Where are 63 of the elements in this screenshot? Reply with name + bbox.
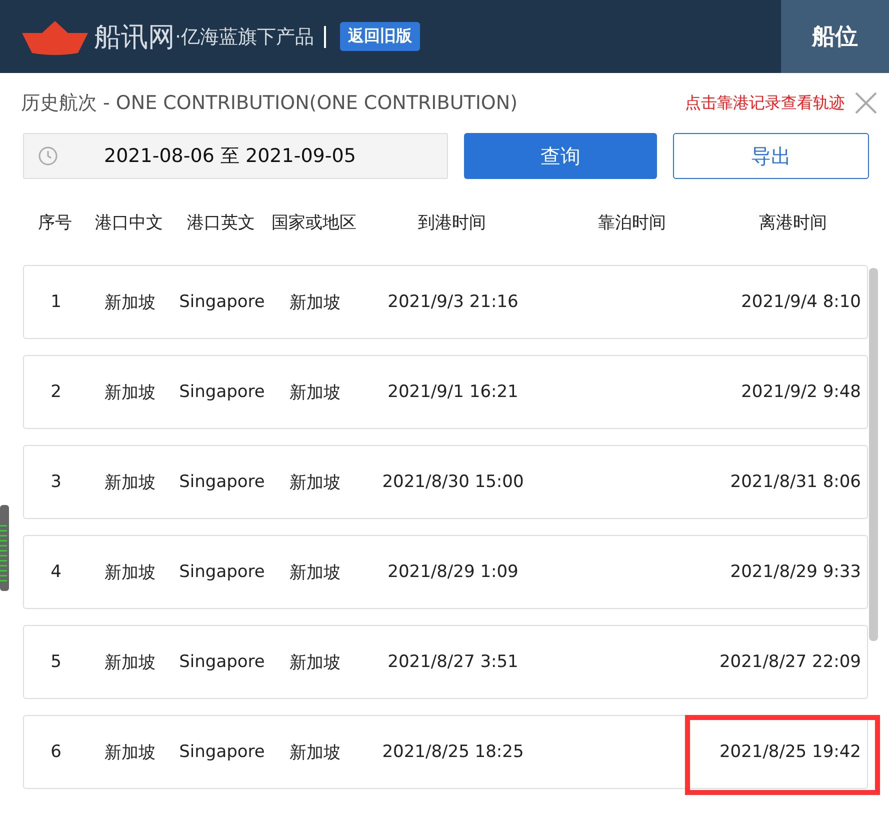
date-range-field[interactable]: 2021-08-06 至 2021-09-05	[23, 133, 448, 179]
table-cell-text: 2021/8/27 22:09	[718, 652, 862, 672]
side-handle-icon[interactable]	[0, 505, 9, 591]
table-cell-text: 新加坡	[288, 382, 342, 404]
table-cell-text: Singapore	[178, 562, 266, 582]
table-cell-text: 新加坡	[104, 652, 156, 674]
old-version-button[interactable]: 返回旧版	[340, 22, 420, 51]
export-button[interactable]: 导出	[672, 133, 869, 179]
clock-icon	[38, 146, 58, 166]
table-cell-text: 新加坡	[104, 472, 156, 494]
table-cell-text: 1	[50, 292, 62, 312]
voyage-row[interactable]: 3 新加坡 Singapore 新加坡 2021/8/30 15:00 2021/8/31 8:06	[23, 445, 868, 519]
voyage-row[interactable]: 6 新加坡 Singapore 新加坡 2021/8/25 18:25 2021/8/25 19:42	[23, 715, 868, 789]
table-cell-text: 新加坡	[288, 652, 342, 674]
table-cell-text: 新加坡	[104, 742, 156, 764]
table-cell-text: 新加坡	[288, 472, 342, 494]
table-cell-text: 3	[50, 472, 62, 492]
column-header: 港口英文	[186, 212, 256, 234]
table-cell-text: 2021/8/30 15:00	[381, 472, 525, 492]
table-cell-text: 2021/8/31 8:06	[729, 472, 862, 492]
table-cell-text: Singapore	[178, 292, 266, 312]
table-cell-text: 2021/9/4 8:10	[740, 292, 862, 312]
table-cell-text: 2021/8/29 1:09	[386, 562, 520, 582]
table-cell-text: 新加坡	[104, 562, 156, 584]
column-header: 港口中文	[94, 212, 164, 234]
boat-logo-icon	[22, 18, 88, 54]
table-cell-text: 2021/9/2 9:48	[740, 382, 862, 402]
table-cell-text: 2021/9/3 21:16	[386, 292, 520, 312]
table-cell-text: 5	[50, 652, 62, 672]
table-cell-text: Singapore	[178, 382, 266, 402]
table-cell-text: 6	[50, 742, 62, 762]
voyage-row[interactable]: 5 新加坡 Singapore 新加坡 2021/8/27 3:51 2021/8/27 22:09	[23, 625, 868, 699]
table-cell-text: Singapore	[178, 652, 266, 672]
table-cell-text: 新加坡	[288, 292, 342, 314]
close-icon[interactable]	[855, 92, 877, 114]
brand-tagline: ·亿海蓝旗下产品	[175, 24, 314, 50]
table-cell-text: 2021/8/25 18:25	[381, 742, 525, 762]
table-cell-text: 新加坡	[104, 382, 156, 404]
table-cell-text: 新加坡	[288, 742, 342, 764]
table-cell-text: 新加坡	[288, 562, 342, 584]
column-header: 国家或地区	[271, 212, 357, 234]
column-header: 靠泊时间	[597, 212, 667, 234]
table-cell-text: 2021/8/29 9:33	[729, 562, 862, 582]
track-hint: 点击靠港记录查看轨迹	[685, 92, 845, 114]
table-cell-text: 2021/9/1 16:21	[386, 382, 520, 402]
table-cell-text: 2021/8/27 3:51	[386, 652, 520, 672]
voyage-row[interactable]: 4 新加坡 Singapore 新加坡 2021/8/29 1:09 2021/8/29 9:33	[23, 535, 868, 609]
scrollbar[interactable]	[869, 268, 878, 641]
brand-name: 船讯网	[94, 20, 175, 54]
column-header: 序号	[37, 212, 73, 234]
table-cell-text: 2	[50, 382, 62, 402]
query-button[interactable]: 查询	[464, 133, 657, 179]
voyage-row[interactable]: 2 新加坡 Singapore 新加坡 2021/9/1 16:21 2021/9/2 9:48	[23, 355, 868, 429]
table-cell-text: Singapore	[178, 472, 266, 492]
table-cell-text: Singapore	[178, 742, 266, 762]
column-header: 离港时间	[758, 212, 828, 234]
ship-position-tab[interactable]: 船位	[781, 0, 889, 73]
panel-title: 历史航次 - ONE CONTRIBUTION(ONE CONTRIBUTION)	[21, 91, 519, 116]
voyage-row[interactable]: 1 新加坡 Singapore 新加坡 2021/9/3 21:16 2021/9/4 8:10	[23, 265, 868, 339]
column-header: 到港时间	[417, 212, 487, 234]
table-cell-text: 2021/8/25 19:42	[718, 742, 862, 762]
table-cell-text: 4	[50, 562, 62, 582]
table-cell-text: 新加坡	[104, 292, 156, 314]
